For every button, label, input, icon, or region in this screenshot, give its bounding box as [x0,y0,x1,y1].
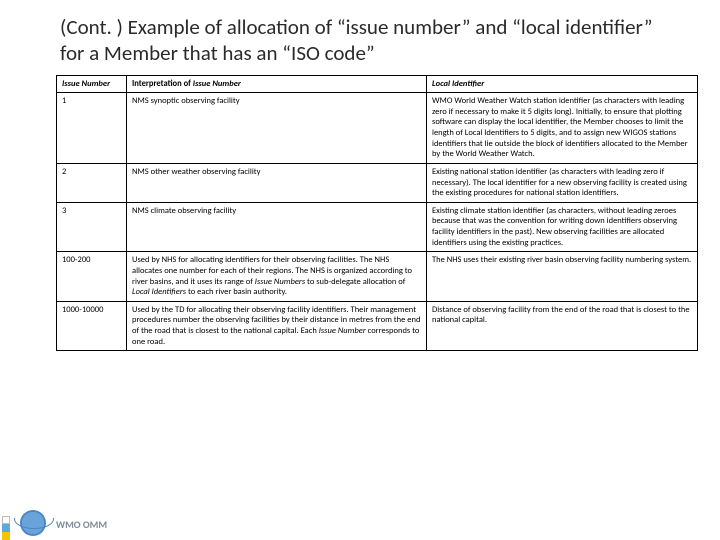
col-interpretation: Interpretation of Issue Number [127,75,427,93]
cell-local-identifier: Existing climate station identifier (as … [427,202,698,252]
interp-seg-b: Issue Number [319,326,366,336]
brand-text: WMO OMM [56,518,107,531]
interp-seg-c: to sub-delegate allocation of [305,277,405,287]
cell-interpretation: NMS other weather observing facility [127,163,427,202]
cell-issue-number: 3 [57,202,127,252]
cell-interpretation: NMS climate observing facility [127,202,427,252]
table-header-row: Issue Number Interpretation of Issue Num… [57,75,698,93]
slide-footer: WMO OMM [0,508,720,540]
col-interp-ital: Issue Number [193,79,241,89]
cell-local-identifier: Existing national station identifier (as… [427,163,698,202]
col-issue-number: Issue Number [57,75,127,93]
cell-interpretation: Used by the TD for allocating their obse… [127,301,427,351]
interp-seg-d: Local Identifiers [132,287,186,297]
allocation-table: Issue Number Interpretation of Issue Num… [56,75,698,352]
cell-local-identifier: Distance of observing facility from the … [427,301,698,351]
cell-interpretation: Used by NHS for allocating identifiers f… [127,252,427,302]
table-row: 1 NMS synoptic observing facility WMO Wo… [57,93,698,164]
wmo-logo-icon [20,510,46,536]
col-interp-prefix: Interpretation of [132,79,193,89]
cell-local-identifier: WMO World Weather Watch station identifi… [427,93,698,164]
cell-issue-number: 100-200 [57,252,127,302]
cell-issue-number: 1000-10000 [57,301,127,351]
interp-seg-e: to each river basin authority. [186,287,287,297]
table-row: 3 NMS climate observing facility Existin… [57,202,698,252]
table-row: 100-200 Used by NHS for allocating ident… [57,252,698,302]
cell-interpretation: NMS synoptic observing facility [127,93,427,164]
table-row: 2 NMS other weather observing facility E… [57,163,698,202]
col-local-identifier: Local Identifier [427,75,698,93]
table-row: 1000-10000 Used by the TD for allocating… [57,301,698,351]
slide-title: (Cont. ) Example of allocation of “issue… [0,0,720,75]
cell-issue-number: 2 [57,163,127,202]
cell-issue-number: 1 [57,93,127,164]
color-stripe [2,516,10,540]
cell-local-identifier: The NHS uses their existing river basin … [427,252,698,302]
interp-seg-b: Issue Numbers [255,277,305,287]
allocation-table-wrap: Issue Number Interpretation of Issue Num… [0,75,720,352]
